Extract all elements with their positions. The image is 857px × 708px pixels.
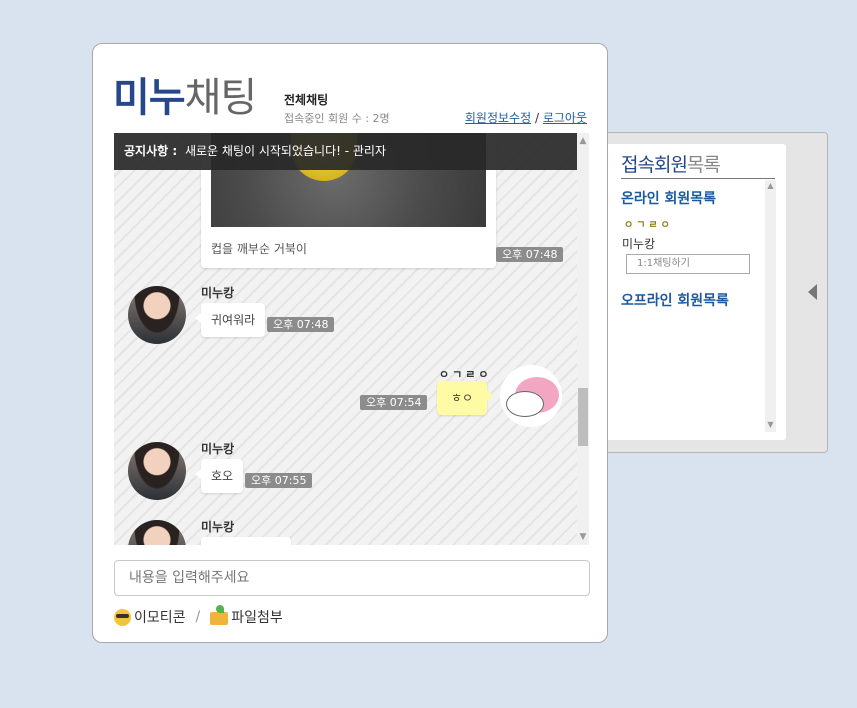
member-list-title: 접속회원목록 <box>621 150 721 177</box>
scroll-down-icon[interactable]: ▼ <box>765 420 776 429</box>
scroll-up-icon[interactable]: ▲ <box>577 135 589 147</box>
scroll-thumb[interactable] <box>578 388 588 446</box>
message-input[interactable] <box>114 560 590 596</box>
user-links: 회원정보수정 / 로그아웃 <box>465 109 587 126</box>
sender-name: 미누캉 <box>201 442 235 456</box>
sender-name: 미누캉 <box>201 286 235 300</box>
link-separator: / <box>534 111 539 125</box>
member-list-box: 접속회원목록 온라인 회원목록 ㅇㄱㄹㅇ 미누캉 1:1채팅하기 오프라인 회원… <box>608 144 786 440</box>
message-time: 오후 07:55 <box>245 473 313 488</box>
avatar-face <box>506 391 544 417</box>
folder-icon <box>210 605 229 625</box>
avatar[interactable] <box>128 286 186 344</box>
logout-link[interactable]: 로그아웃 <box>543 111 587 125</box>
edit-profile-link[interactable]: 회원정보수정 <box>465 111 531 125</box>
logo-sub: 채팅 <box>184 75 258 121</box>
avatar[interactable] <box>128 520 186 545</box>
app-logo: 미누채팅 <box>113 74 258 122</box>
member-list-panel: 접속회원목록 온라인 회원목록 ㅇㄱㄹㅇ 미누캉 1:1채팅하기 오프라인 회원… <box>608 132 828 453</box>
message-bubble: 호오 <box>194 459 244 493</box>
online-members-heading: 온라인 회원목록 <box>621 191 717 207</box>
scroll-up-icon[interactable]: ▲ <box>765 181 776 190</box>
notice-bar: 공지사항 : 새로운 채팅이 시작되었습니다! - 관리자 <box>114 133 577 170</box>
my-sender-name: ㅇㄱㄹㅇ <box>439 368 492 381</box>
my-avatar[interactable] <box>500 365 562 427</box>
chat-messages-area[interactable]: 공지사항 : 새로운 채팅이 시작되었습니다! - 관리자 컵을 깨부순 거북이… <box>114 133 589 545</box>
chat-tools: 이모티콘 / 파일첨부 <box>114 605 283 627</box>
member-title-main: 접속회원 <box>621 154 688 176</box>
notice-text: 새로운 채팅이 시작되었습니다! - 관리자 <box>184 144 387 158</box>
member-name[interactable]: 미누캉 <box>622 235 655 252</box>
image-caption: 컵을 깨부순 거북이 <box>211 242 307 256</box>
room-title: 전체채팅 <box>284 93 329 107</box>
member-list[interactable]: 온라인 회원목록 ㅇㄱㄹㅇ 미누캉 1:1채팅하기 오프라인 회원목록 ▲ ▼ <box>610 180 776 432</box>
attach-label: 파일첨부 <box>231 610 283 626</box>
message-time: 오후 07:48 <box>496 247 564 262</box>
sender-name: 미누캉 <box>201 520 235 534</box>
collapse-panel-icon[interactable] <box>808 284 817 300</box>
title-divider <box>621 178 775 179</box>
message-bubble <box>201 537 291 545</box>
message-time: 오후 07:48 <box>267 317 335 332</box>
tools-separator: / <box>195 609 201 625</box>
member-title-sub: 목록 <box>686 154 721 176</box>
online-user[interactable]: ㅇㄱㄹㅇ <box>624 216 673 231</box>
offline-members-heading: 오프라인 회원목록 <box>621 293 729 309</box>
scroll-down-icon[interactable]: ▼ <box>577 531 589 543</box>
chat-scrollbar[interactable]: ▲ ▼ <box>577 133 589 545</box>
my-message-bubble: ㅎㅇ <box>437 381 493 415</box>
avatar[interactable] <box>128 442 186 500</box>
chat-window: 미누채팅 전체채팅 접속중인 회원 수 : 2명 회원정보수정 / 로그아웃 공… <box>92 43 608 643</box>
sunglasses-emoji-icon <box>114 608 131 626</box>
emoticon-button[interactable]: 이모티콘 <box>114 607 186 627</box>
emoticon-label: 이모티콘 <box>134 610 186 626</box>
user-count: 접속중인 회원 수 : 2명 <box>284 112 390 125</box>
private-chat-button[interactable]: 1:1채팅하기 <box>626 254 750 274</box>
notice-label: 공지사항 : <box>124 144 178 158</box>
message-time: 오후 07:54 <box>360 395 428 410</box>
message-bubble: 귀여워라 <box>194 303 266 337</box>
attach-file-button[interactable]: 파일첨부 <box>210 605 283 627</box>
logo-main: 미누 <box>113 75 186 121</box>
member-list-scrollbar[interactable]: ▲ ▼ <box>765 180 776 432</box>
